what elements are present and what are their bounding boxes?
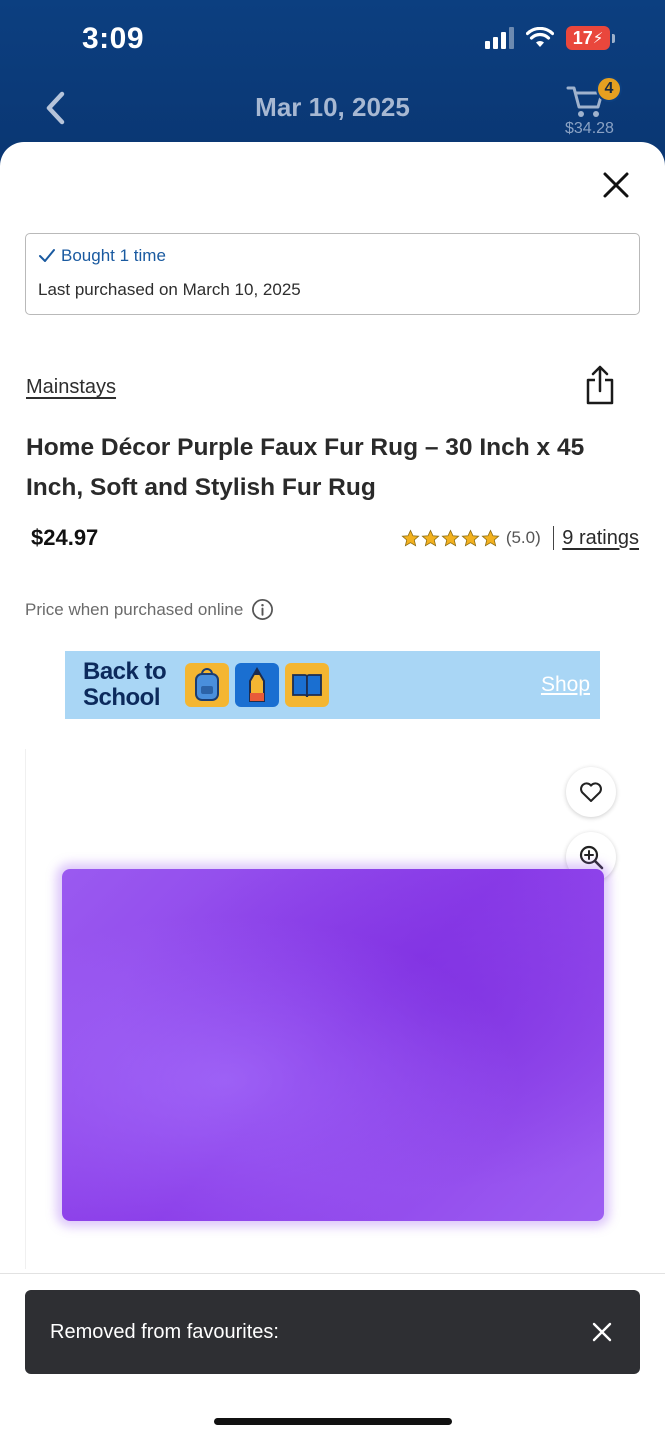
battery-icon: 17 ⚡	[566, 26, 615, 50]
price-note-text: Price when purchased online	[25, 599, 244, 619]
banner-shop-link[interactable]: Shop	[541, 673, 590, 697]
status-time: 3:09	[82, 22, 145, 55]
price-note: Price when purchased online	[25, 598, 274, 621]
star-icon	[441, 529, 460, 547]
wifi-icon	[526, 27, 554, 47]
checkmark-icon	[39, 249, 55, 262]
star-icon	[481, 529, 500, 547]
cellular-signal-icon	[485, 27, 514, 49]
share-icon[interactable]	[585, 364, 615, 406]
battery-level: 17	[572, 27, 593, 48]
product-title: Home Décor Purple Faux Fur Rug – 30 Inch…	[26, 434, 585, 501]
rating-divider	[552, 526, 555, 550]
zoom-in-icon	[579, 845, 604, 870]
last-purchased-date: Last purchased on March 10, 2025	[38, 280, 301, 299]
ratings-count-link[interactable]: 9 ratings	[562, 527, 639, 550]
rating-value: (5.0)	[505, 528, 541, 547]
product-price: $24.97	[31, 525, 99, 550]
close-icon[interactable]	[601, 170, 631, 200]
banner-title: Back to School	[83, 658, 167, 711]
purchase-history-box: Bought 1 time Last purchased on March 10…	[25, 233, 640, 315]
close-icon[interactable]	[590, 1320, 614, 1344]
divider	[0, 1273, 665, 1274]
status-indicators: 17 ⚡	[485, 26, 615, 50]
star-icon	[461, 529, 480, 547]
star-icon	[421, 529, 440, 547]
back-to-school-banner[interactable]: Back to School Shop	[65, 651, 600, 719]
rating-stars	[401, 529, 500, 548]
home-indicator[interactable]	[214, 1418, 452, 1425]
cart-count-badge: 4	[596, 76, 622, 102]
book-icon	[285, 663, 329, 707]
product-image-gallery[interactable]	[25, 749, 640, 1269]
toast-message: Removed from favourites:	[50, 1320, 279, 1343]
cart-total: $34.28	[565, 120, 614, 137]
info-icon[interactable]	[251, 598, 274, 621]
brand-link[interactable]: Mainstays	[26, 376, 116, 399]
bought-label: Bought 1 time	[61, 246, 166, 265]
banner-title-line1: Back to	[83, 658, 167, 685]
bought-count: Bought 1 time	[38, 246, 627, 266]
product-image-purple-rug	[62, 869, 604, 1221]
cart-button[interactable]: 4 $34.28	[551, 76, 637, 144]
product-detail-sheet: Bought 1 time Last purchased on March 10…	[0, 142, 665, 1440]
favourite-button[interactable]	[566, 767, 616, 817]
rating-summary: (5.0) 9 ratings	[401, 526, 639, 550]
star-icon	[401, 529, 420, 547]
backpack-icon	[185, 663, 229, 707]
banner-title-line2: School	[83, 684, 161, 711]
heart-icon	[580, 782, 602, 802]
banner-icons	[185, 663, 329, 707]
toast-notification: Removed from favourites:	[25, 1290, 640, 1374]
pencil-icon	[235, 663, 279, 707]
